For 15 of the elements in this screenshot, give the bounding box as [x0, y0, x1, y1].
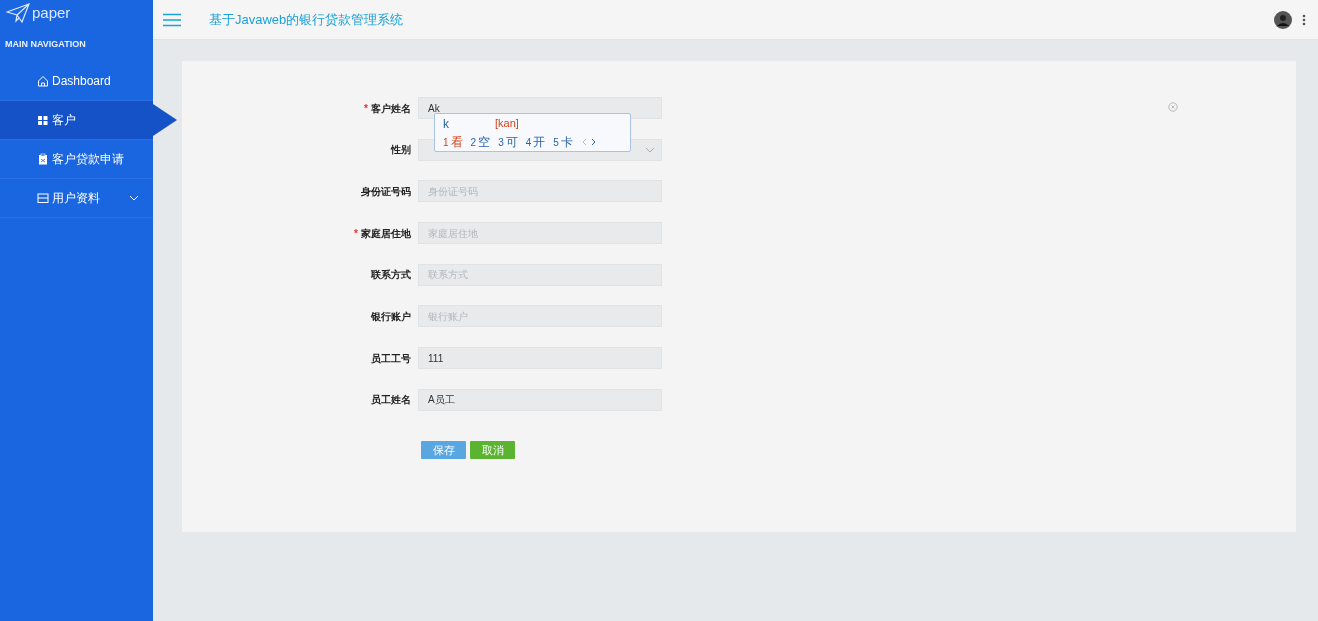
- field-label: 家庭居住地: [361, 227, 411, 239]
- ime-composition: k: [443, 116, 450, 133]
- field-label: 性别: [391, 144, 411, 156]
- nav-heading: MAIN NAVIGATION: [4, 38, 87, 51]
- field-label: 联系方式: [371, 269, 411, 281]
- field-label: 员工姓名: [371, 394, 411, 406]
- field-label: 客户姓名: [371, 102, 411, 114]
- brand-name: paper: [32, 2, 71, 23]
- ime-pinyin: [kan]: [495, 116, 519, 131]
- required-mark: *: [364, 102, 368, 114]
- field-label: 员工工号: [371, 352, 411, 364]
- field-label: 身份证号码: [361, 185, 411, 197]
- page-title: 基于Javaweb的银行贷款管理系统: [209, 10, 405, 29]
- field-label: 银行账户: [371, 310, 411, 322]
- required-mark: *: [354, 227, 358, 239]
